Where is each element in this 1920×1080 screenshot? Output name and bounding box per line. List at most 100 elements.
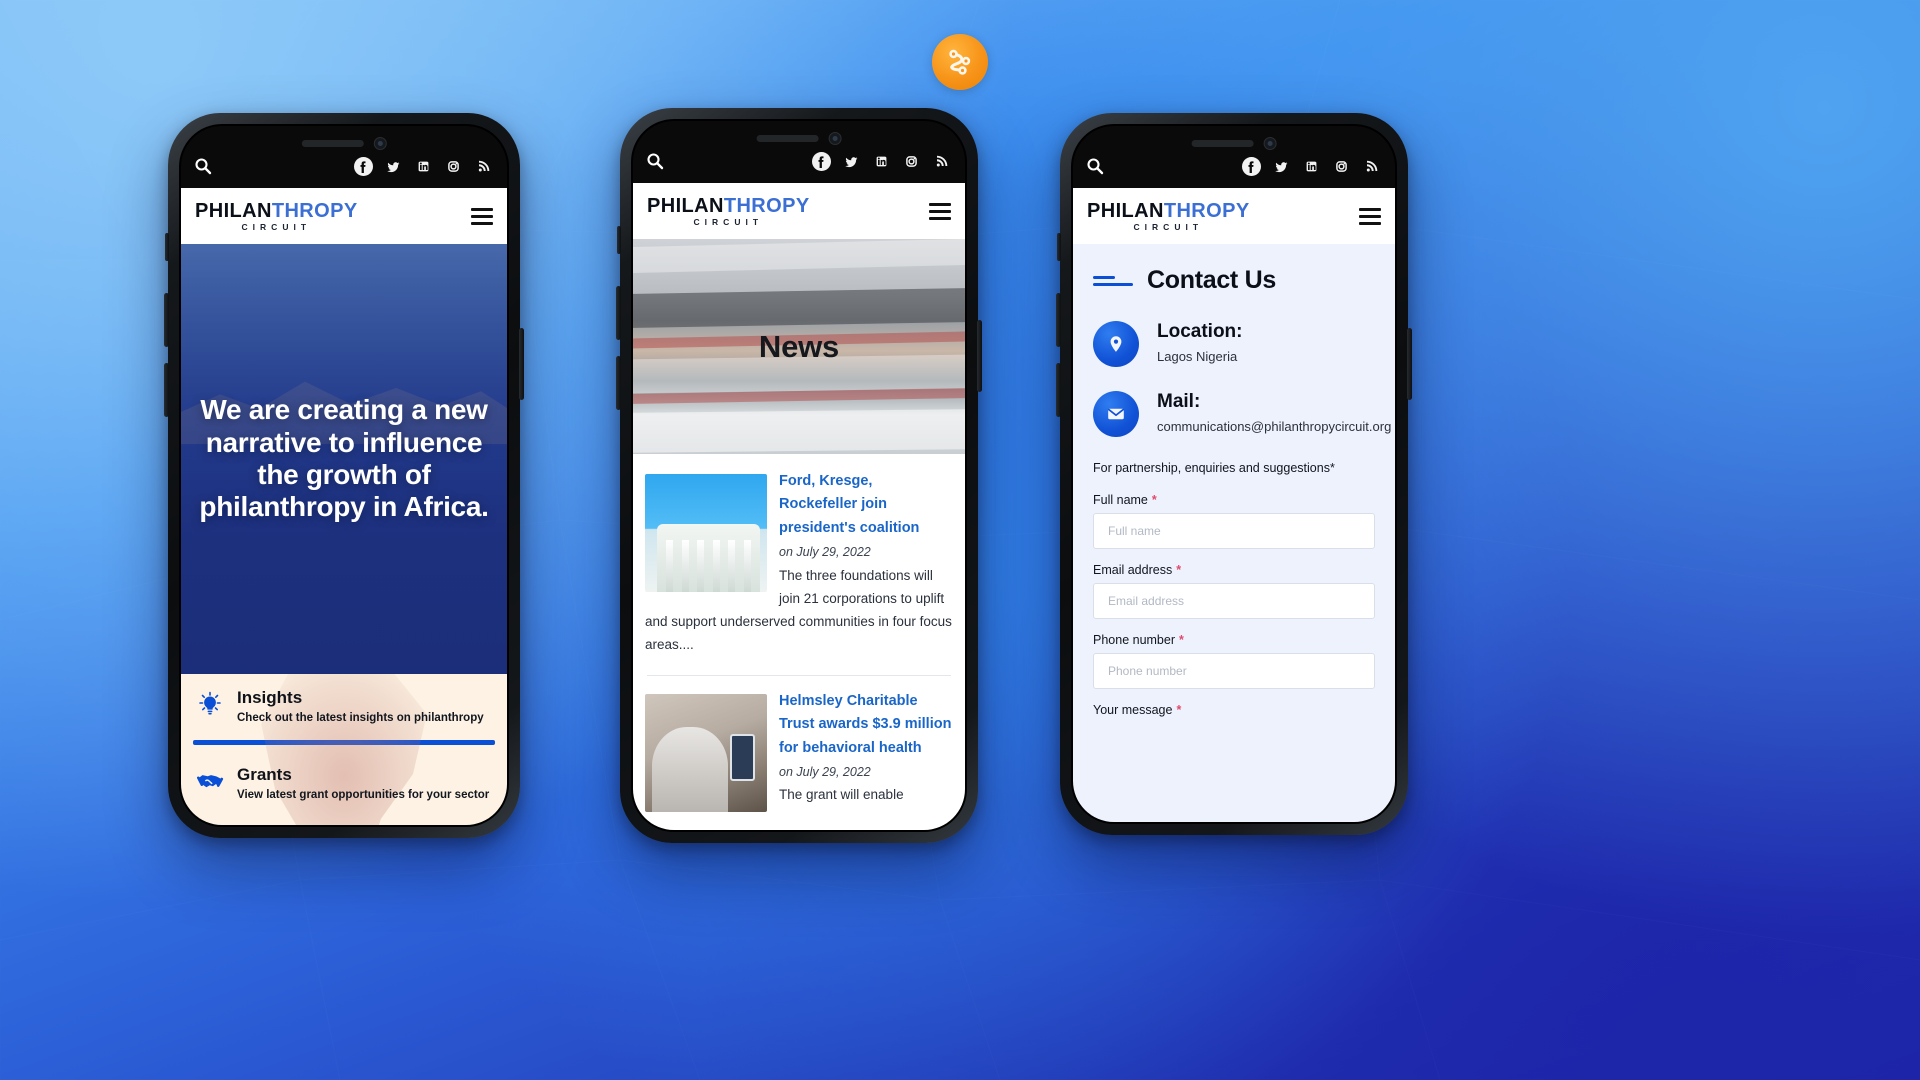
- location-pin-icon: [1093, 321, 1139, 367]
- rss-icon[interactable]: [474, 156, 493, 176]
- article-divider: [647, 674, 951, 676]
- site-logo[interactable]: PHILANTHROPY CIRCUIT: [195, 201, 358, 232]
- logo-part-2: THROPY: [271, 199, 358, 222]
- search-icon[interactable]: [193, 157, 212, 176]
- social-links-row: [1242, 156, 1381, 176]
- contact-title: Contact Us: [1147, 266, 1276, 294]
- card-insights-title: Insights: [237, 688, 303, 707]
- logo-part-1: PHILAN: [195, 199, 272, 222]
- instagram-icon[interactable]: [1332, 156, 1351, 176]
- site-logo[interactable]: PHILANTHROPY CIRCUIT: [1087, 201, 1250, 232]
- earpiece-speaker: [756, 134, 819, 142]
- phone1-power-button[interactable]: [519, 328, 524, 400]
- linkedin-icon[interactable]: [414, 156, 433, 176]
- facebook-icon[interactable]: [812, 151, 831, 171]
- contact-heading: Contact Us: [1093, 266, 1375, 295]
- front-camera: [828, 131, 842, 145]
- phone-mockup-home: PHILANTHROPY CIRCUIT We are creating a n…: [164, 113, 524, 838]
- card-insights[interactable]: Insights Check out the latest insights o…: [181, 674, 507, 734]
- location-label: Location:: [1157, 321, 1243, 342]
- lightbulb-icon: [195, 688, 225, 717]
- handshake-icon: [195, 765, 225, 794]
- site-header: PHILANTHROPY CIRCUIT: [633, 183, 965, 239]
- phone3-volume-up-button[interactable]: [1056, 293, 1061, 347]
- site-header: PHILANTHROPY CIRCUIT: [1073, 188, 1395, 244]
- card-grants-title: Grants: [237, 765, 292, 784]
- facebook-icon[interactable]: [354, 156, 373, 176]
- facebook-icon[interactable]: [1242, 156, 1261, 176]
- required-mark: *: [1151, 493, 1157, 507]
- card-grants-description: View latest grant opportunities for your…: [237, 789, 490, 801]
- search-icon[interactable]: [1085, 157, 1104, 176]
- message-label: Your message *: [1093, 703, 1182, 717]
- hero-headline: We are creating a new narrative to influ…: [199, 394, 489, 523]
- phone2-mute-button[interactable]: [617, 226, 621, 254]
- email-label: Email address *: [1093, 563, 1182, 577]
- logo-subtitle: CIRCUIT: [241, 221, 312, 232]
- heading-accent-bars-icon: [1093, 275, 1133, 286]
- phone2-notch: [733, 127, 866, 149]
- phone3-power-button[interactable]: [1407, 328, 1412, 400]
- phone-mockup-contact: PHILANTHROPY CIRCUIT Contact Us Location…: [1056, 113, 1412, 835]
- quick-links-section: Insights Check out the latest insights o…: [181, 674, 507, 825]
- hamburger-menu-icon[interactable]: [1359, 207, 1381, 225]
- phone-label: Phone number *: [1093, 633, 1184, 647]
- article-thumbnail[interactable]: [645, 693, 767, 812]
- hero-banner: We are creating a new narrative to influ…: [181, 244, 507, 674]
- logo-part-1: PHILAN: [647, 194, 724, 217]
- phone2-volume-down-button[interactable]: [616, 356, 621, 410]
- phone-input[interactable]: [1093, 653, 1375, 689]
- phone3-mute-button[interactable]: [1057, 233, 1061, 261]
- article-item[interactable]: Ford, Kresge, Rockefeller join president…: [645, 470, 953, 657]
- mail-value[interactable]: communications@philanthropycircuit.org: [1157, 419, 1391, 434]
- instagram-icon[interactable]: [902, 151, 921, 171]
- logo-subtitle: CIRCUIT: [693, 216, 764, 227]
- hamburger-menu-icon[interactable]: [929, 202, 951, 220]
- phone1-notch: [279, 132, 409, 154]
- earpiece-speaker: [301, 139, 364, 147]
- contact-location-row: Location: Lagos Nigeria: [1093, 321, 1375, 367]
- required-mark: *: [1179, 633, 1184, 647]
- earpiece-speaker: [1191, 139, 1254, 147]
- logo-part-2: THROPY: [723, 194, 810, 217]
- site-header: PHILANTHROPY CIRCUIT: [181, 188, 507, 244]
- phone2-power-button[interactable]: [977, 320, 982, 392]
- news-page-title: News: [758, 328, 840, 364]
- phone3-notch: [1170, 132, 1299, 154]
- full-name-input[interactable]: [1093, 513, 1375, 549]
- article-thumbnail[interactable]: [645, 474, 767, 592]
- card-divider: [193, 740, 495, 745]
- twitter-icon[interactable]: [842, 151, 861, 171]
- front-camera: [373, 136, 387, 150]
- site-logo[interactable]: PHILANTHROPY CIRCUIT: [647, 196, 810, 227]
- phone2-volume-up-button[interactable]: [616, 286, 621, 340]
- linkedin-icon[interactable]: [872, 151, 891, 171]
- search-icon[interactable]: [645, 152, 664, 171]
- twitter-icon[interactable]: [384, 156, 403, 176]
- phone1-mute-button[interactable]: [165, 233, 169, 261]
- card-grants[interactable]: Grants View latest grant opportunities f…: [181, 747, 507, 811]
- twitter-icon[interactable]: [1272, 156, 1291, 176]
- phone-mockup-news: PHILANTHROPY CIRCUIT News Ford, Kresge, …: [616, 108, 982, 843]
- rss-icon[interactable]: [1362, 156, 1381, 176]
- mail-envelope-icon: [1093, 391, 1139, 437]
- instagram-icon[interactable]: [444, 156, 463, 176]
- front-camera: [1263, 136, 1277, 150]
- logo-part-2: THROPY: [1163, 199, 1250, 222]
- linkedin-icon[interactable]: [1302, 156, 1321, 176]
- phone1-volume-down-button[interactable]: [164, 363, 169, 417]
- required-mark: *: [1176, 563, 1182, 577]
- rss-icon[interactable]: [932, 151, 951, 171]
- email-input[interactable]: [1093, 583, 1375, 619]
- contact-mail-row: Mail: communications@philanthropycircuit…: [1093, 391, 1391, 437]
- circuit-node-logo-icon: [932, 34, 988, 90]
- required-mark: *: [1176, 703, 1182, 717]
- news-article-list: Ford, Kresge, Rockefeller join president…: [633, 454, 965, 830]
- phone1-volume-up-button[interactable]: [164, 293, 169, 347]
- article-item[interactable]: Helmsley Charitable Trust awards $3.9 mi…: [645, 690, 953, 816]
- contact-section: Contact Us Location: Lagos Nigeria Mail:…: [1073, 244, 1395, 822]
- phone3-volume-down-button[interactable]: [1056, 363, 1061, 417]
- hamburger-menu-icon[interactable]: [471, 207, 493, 225]
- circuit-node-glyph: [949, 49, 971, 75]
- location-value: Lagos Nigeria: [1157, 349, 1238, 364]
